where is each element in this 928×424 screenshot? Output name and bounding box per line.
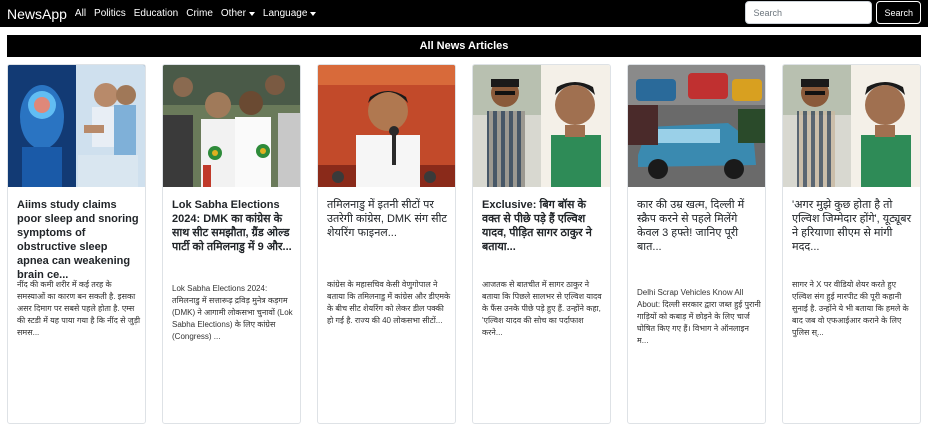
article-image[interactable] — [318, 65, 455, 187]
article-description: कांग्रेस के महासचिव केसी वेणुगोपाल ने बत… — [327, 280, 451, 325]
news-card[interactable]: 'अगर मुझे कुछ होता है तो एल्विश जिम्मेदा… — [782, 64, 921, 424]
article-title[interactable]: Exclusive: बिग बॉस के वक्त से पीछे पड़े … — [482, 198, 605, 282]
article-description: नींद की कमी शरीर में कई तरह के समस्याओं … — [17, 280, 141, 337]
nav-menu: All Politics Education Crime Other Langu… — [75, 8, 324, 19]
article-image[interactable] — [473, 65, 610, 187]
nav-item-education[interactable]: Education — [134, 8, 178, 19]
article-description: सागर ने X पर वीडियो शेयर करते हुए एल्विश… — [792, 280, 909, 337]
page-heading: All News Articles — [7, 35, 921, 57]
search-button[interactable]: Search — [876, 1, 921, 24]
search-input[interactable] — [745, 1, 873, 24]
article-title[interactable]: 'अगर मुझे कुछ होता है तो एल्विश जिम्मेदा… — [792, 198, 915, 282]
article-image[interactable] — [163, 65, 300, 187]
brand-logo-text[interactable]: NewsApp — [7, 6, 67, 22]
nav-item-crime[interactable]: Crime — [186, 8, 213, 19]
article-description: Delhi Scrap Vehicles Know All About: दिल… — [637, 288, 761, 345]
caret-down-icon — [310, 11, 317, 16]
article-image[interactable] — [628, 65, 765, 187]
nav-item-all[interactable]: All — [75, 8, 86, 19]
article-title[interactable]: Lok Sabha Elections 2024: DMK का कांग्रे… — [172, 198, 295, 282]
top-navbar: NewsApp All Politics Education Crime Oth… — [0, 0, 928, 27]
article-description: Lok Sabha Elections 2024: तमिलनाडु में स… — [172, 284, 293, 341]
nav-item-politics[interactable]: Politics — [94, 8, 126, 19]
article-image[interactable] — [783, 65, 920, 187]
search-form: Search — [745, 1, 921, 24]
article-title[interactable]: Aiims study claims poor sleep and snorin… — [17, 198, 140, 282]
nav-item-other-dropdown[interactable]: Other — [221, 8, 255, 19]
nav-item-language-dropdown[interactable]: Language — [263, 8, 317, 19]
news-card[interactable]: Aiims study claims poor sleep and snorin… — [7, 64, 146, 424]
news-card[interactable]: तमिलनाडु में इतनी सीटों पर उतरेगी कांग्र… — [317, 64, 456, 424]
article-title[interactable]: तमिलनाडु में इतनी सीटों पर उतरेगी कांग्र… — [327, 198, 450, 282]
caret-down-icon — [248, 11, 255, 16]
news-card[interactable]: कार की उम्र खत्म, दिल्ली में स्क्रैप करन… — [627, 64, 766, 424]
news-card[interactable]: Exclusive: बिग बॉस के वक्त से पीछे पड़े … — [472, 64, 611, 424]
nav-item-other-label: Other — [220, 8, 246, 19]
news-card[interactable]: Lok Sabha Elections 2024: DMK का कांग्रे… — [162, 64, 301, 424]
article-title[interactable]: कार की उम्र खत्म, दिल्ली में स्क्रैप करन… — [637, 198, 760, 282]
article-description: आजतक से बातचीत में सागर ठाकुर ने बताया क… — [482, 280, 602, 337]
nav-item-language-label: Language — [262, 8, 308, 19]
article-image[interactable] — [8, 65, 145, 187]
